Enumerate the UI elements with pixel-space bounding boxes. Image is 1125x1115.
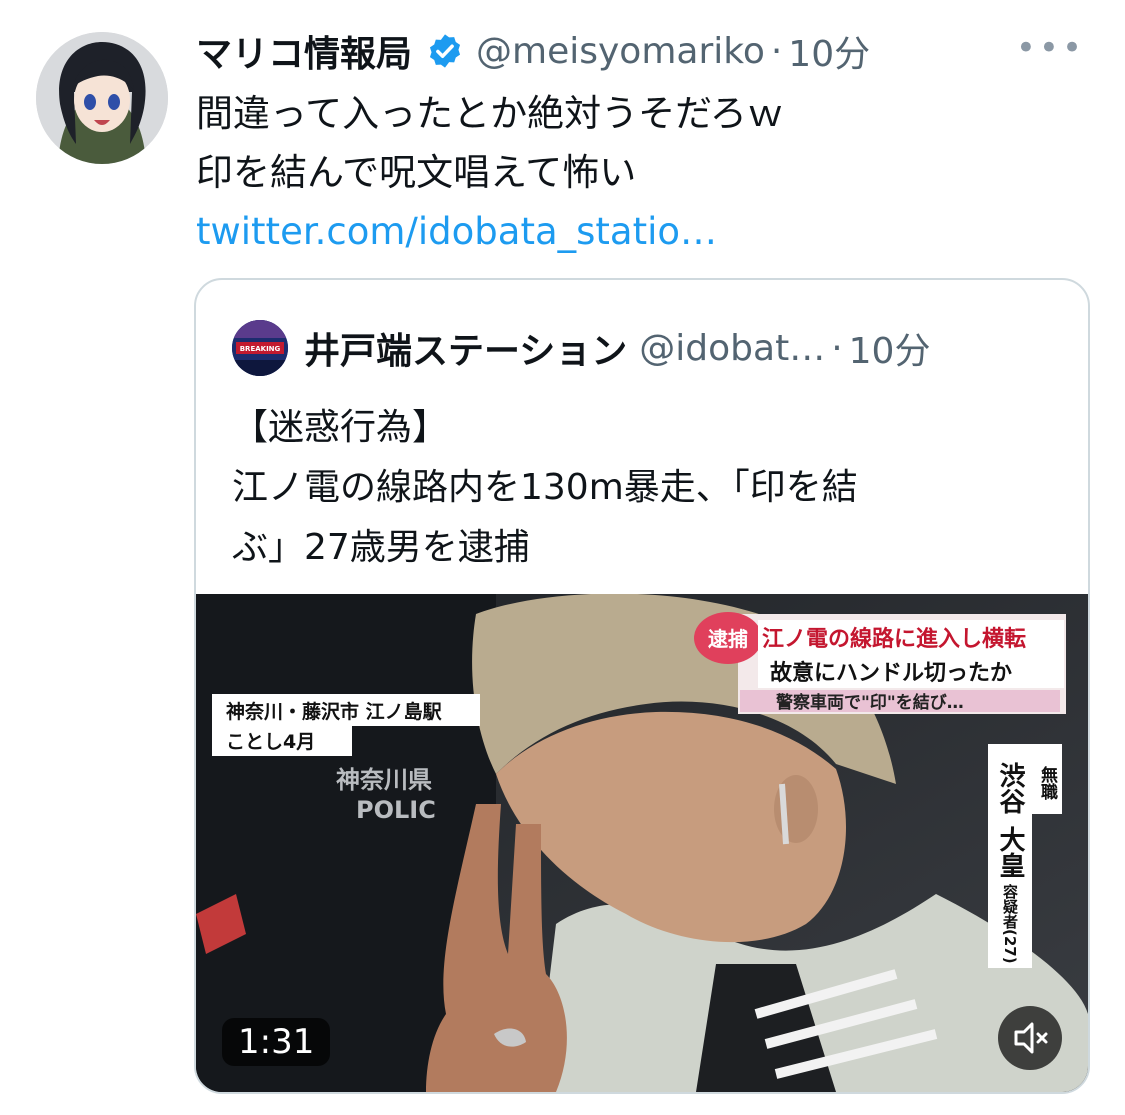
quote-author-name[interactable]: 井戸端ステーション (304, 322, 627, 374)
tweet-text-line: 間違って入ったとか絶対うそだろｗ (196, 92, 784, 135)
quote-text-line: 【迷惑行為】 (232, 407, 449, 448)
author-avatar[interactable] (36, 32, 168, 164)
quote-avatar-label: BREAKING (240, 345, 281, 353)
tweet-text: 間違って入ったとか絶対うそだろｗ 印を結んで呪文唱えて怖い twitter.co… (196, 84, 784, 261)
quote-text-line: ぶ」27歳男を逮捕 (232, 527, 530, 568)
headline-line: 警察車両で"印"を結び… (775, 692, 964, 713)
quote-timestamp[interactable]: 10分 (849, 322, 931, 374)
name-occupation: 無職 (1037, 765, 1058, 801)
author-handle[interactable]: @meisyomariko (476, 31, 765, 72)
quote-author-handle[interactable]: @idobat… (639, 328, 825, 369)
volume-muted-icon[interactable] (998, 1006, 1062, 1070)
name-surname: 渋谷 (995, 762, 1025, 814)
author-name[interactable]: マリコ情報局 (196, 25, 412, 77)
police-text: POLIC (356, 796, 436, 824)
more-horizontal-icon[interactable]: ••• (1016, 28, 1085, 68)
headline-line: 故意にハンドル切ったか (770, 660, 1012, 686)
arrest-badge: 逮捕 (708, 627, 748, 651)
quoted-tweet[interactable]: BREAKING 井戸端ステーション @idobat… · 10分 【迷惑行為】… (194, 278, 1090, 1094)
quote-header: BREAKING 井戸端ステーション @idobat… · 10分 (232, 320, 930, 376)
tweet-text-line: 印を結んで呪文唱えて怖い (196, 151, 637, 194)
name-suffix: 容疑者(27) (1001, 883, 1019, 963)
verified-badge-icon (426, 32, 464, 70)
quote-text-line: 江ノ電の線路内を130m暴走、「印を結 (232, 467, 858, 508)
separator-dot: · (831, 327, 843, 369)
tweet-timestamp[interactable]: 10分 (788, 25, 870, 77)
video-player[interactable]: 神奈川県 POLIC 神奈川・藤沢市 江ノ島駅 ことし4月 逮捕 江ノ電の線路に… (196, 594, 1088, 1092)
tweet-link[interactable]: twitter.com/idobata_statio… (196, 202, 784, 261)
tweet-header: マリコ情報局 @meisyomariko · 10分 (196, 26, 870, 76)
video-frame: 神奈川県 POLIC 神奈川・藤沢市 江ノ島駅 ことし4月 逮捕 江ノ電の線路に… (196, 594, 1088, 1092)
quote-author-avatar[interactable]: BREAKING (232, 320, 288, 376)
police-text: 神奈川県 (336, 766, 432, 794)
name-given: 大皇 (995, 826, 1025, 878)
avatar-illustration (36, 32, 168, 164)
quote-text: 【迷惑行為】 江ノ電の線路内を130m暴走、「印を結 ぶ」27歳男を逮捕 (232, 398, 858, 578)
caption-location: 神奈川・藤沢市 江ノ島駅 (226, 700, 443, 723)
video-duration: 1:31 (222, 1018, 331, 1066)
separator-dot: · (770, 30, 783, 72)
headline-line: 江ノ電の線路に進入し横転 (762, 626, 1026, 652)
caption-date: ことし4月 (226, 731, 315, 753)
